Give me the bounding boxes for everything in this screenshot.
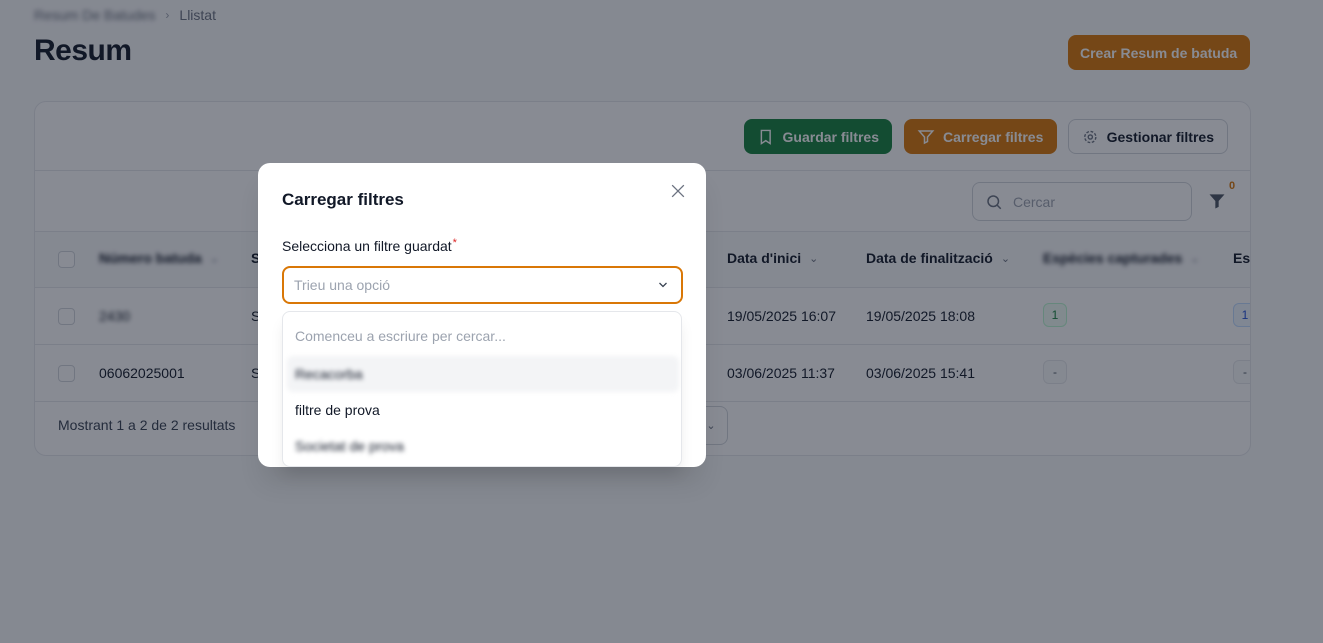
chevron-down-icon [659, 282, 667, 288]
dropdown-option[interactable]: Recacorba [287, 356, 679, 392]
dropdown-option-label: Societat de prova [295, 438, 404, 454]
filter-select-label: Selecciona un filtre guardat* [282, 237, 457, 254]
select-dropdown: Comenceu a escriure per cercar... Recaco… [282, 311, 682, 467]
select-placeholder: Trieu una opció [294, 277, 390, 293]
modal-title: Carregar filtres [282, 190, 404, 209]
load-filters-modal: Carregar filtres Selecciona un filtre gu… [258, 163, 706, 467]
dropdown-option-label: filtre de prova [295, 402, 380, 418]
dropdown-option-label: Recacorba [295, 366, 363, 382]
dropdown-option[interactable]: Societat de prova [287, 428, 679, 464]
required-mark: * [452, 237, 457, 249]
dropdown-search-input[interactable]: Comenceu a escriure per cercar... [295, 328, 506, 344]
dropdown-option[interactable]: filtre de prova [287, 392, 679, 428]
close-icon[interactable] [668, 181, 688, 201]
saved-filter-select[interactable]: Trieu una opció [282, 266, 683, 304]
filter-select-label-text: Selecciona un filtre guardat [282, 238, 452, 254]
